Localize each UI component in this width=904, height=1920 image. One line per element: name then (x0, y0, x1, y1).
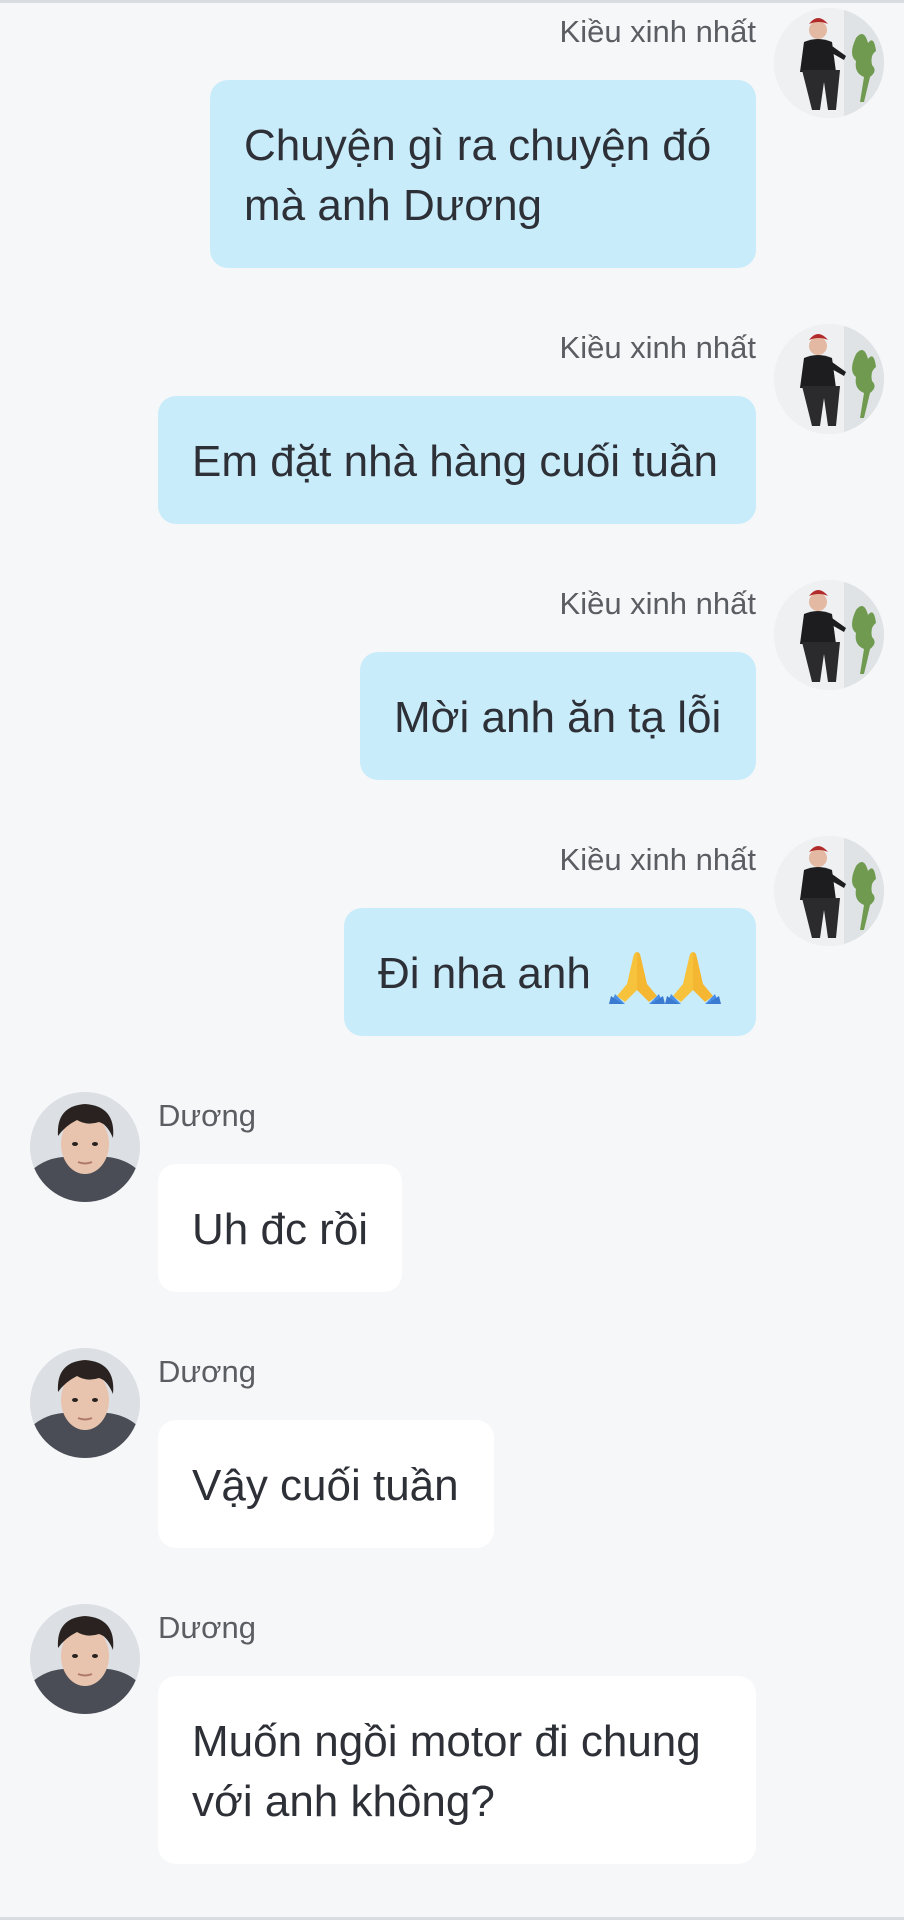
message-bubble[interactable]: Vậy cuối tuần (158, 1420, 494, 1548)
praying-hands-icon (609, 948, 722, 1005)
sender-name: Kiều xinh nhất (559, 14, 756, 49)
message-bubble[interactable]: Mời anh ăn tạ lỗi (360, 652, 756, 780)
sender-name: Kiều xinh nhất (559, 330, 756, 365)
avatar-duong-icon[interactable] (30, 1604, 140, 1714)
message-text-line: Mời anh ăn tạ lỗi (394, 693, 722, 742)
avatar-duong-icon[interactable] (30, 1092, 140, 1202)
message-text-line: Chuyện gì ra chuyện đó (244, 121, 712, 170)
message-text-line: mà anh Dương (244, 181, 543, 230)
sender-name: Kiều xinh nhất (559, 842, 756, 877)
avatar-kieu-icon[interactable] (774, 8, 884, 118)
message-text-line: Uh đc rồi (192, 1205, 369, 1254)
message-bubble[interactable]: Đi nha anh (344, 908, 756, 1036)
sender-name: Dương (158, 1098, 256, 1133)
message-text-line: Em đặt nhà hàng cuối tuần (192, 437, 718, 486)
message-text-line: Vậy cuối tuần (192, 1461, 459, 1510)
sender-name: Dương (158, 1354, 256, 1389)
message-text-line: Đi nha anh (378, 949, 591, 998)
sender-name: Dương (158, 1610, 256, 1645)
message-text-line: Muốn ngồi motor đi chung (192, 1717, 701, 1766)
avatar-kieu-icon[interactable] (774, 580, 884, 690)
message-bubble[interactable]: Uh đc rồi (158, 1164, 402, 1292)
sender-name: Kiều xinh nhất (559, 586, 756, 621)
message-bubble[interactable]: Chuyện gì ra chuyện đó mà anh Dương (210, 80, 756, 268)
avatar-kieu-icon[interactable] (774, 324, 884, 434)
message-bubble[interactable]: Muốn ngồi motor đi chung với anh không? (158, 1676, 756, 1864)
avatar-kieu-icon[interactable] (774, 836, 884, 946)
message-text-line: với anh không? (192, 1777, 495, 1826)
message-bubble[interactable]: Em đặt nhà hàng cuối tuần (158, 396, 756, 524)
avatar-duong-icon[interactable] (30, 1348, 140, 1458)
top-divider (0, 0, 904, 3)
